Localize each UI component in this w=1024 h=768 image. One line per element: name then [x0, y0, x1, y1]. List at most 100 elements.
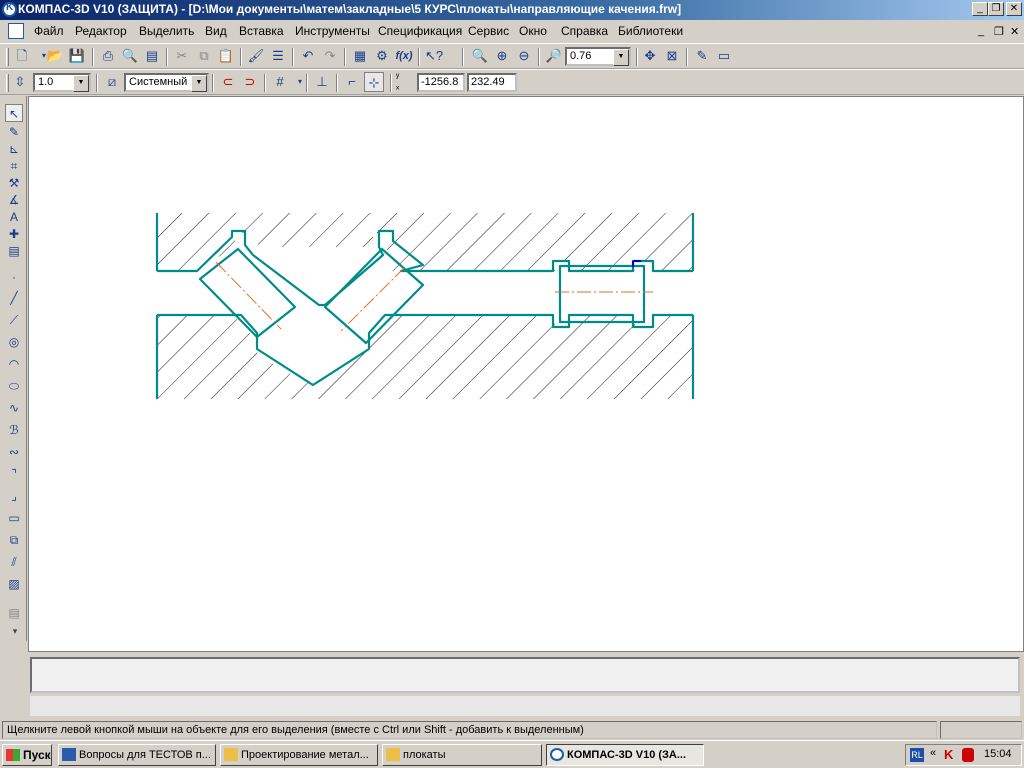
print-preview-icon[interactable]: 🔍	[120, 46, 140, 66]
help-pointer-icon[interactable]: ↖?	[424, 46, 444, 66]
segment-icon[interactable]: ⟋	[5, 311, 23, 329]
menu-select[interactable]: Выделить	[139, 24, 194, 38]
dimensions-icon[interactable]: ⊾	[5, 140, 23, 158]
rebuild-icon[interactable]: ✎	[692, 46, 712, 66]
nurbs-icon[interactable]: ℬ	[5, 421, 23, 439]
undo-icon[interactable]: ↶	[298, 46, 318, 66]
zoom-out-icon[interactable]: ⊖	[514, 46, 534, 66]
hatch-icon[interactable]: ▨	[5, 575, 23, 593]
cursor-coords-icon[interactable]: ⊹	[364, 72, 384, 92]
menu-view[interactable]: Вид	[205, 24, 227, 38]
select-tools-icon[interactable]: ✚	[5, 225, 23, 243]
cursor-step-icon[interactable]: ⇳	[10, 72, 30, 92]
show-all-icon[interactable]: ⊠	[662, 46, 682, 66]
save-icon[interactable]: 💾	[67, 46, 87, 66]
menu-editor[interactable]: Редактор	[75, 24, 127, 38]
menu-window[interactable]: Окно	[519, 24, 547, 38]
select-pointer-icon[interactable]: ↖	[5, 104, 23, 122]
taskbar-item-word[interactable]: Вопросы для ТЕСТОВ п...	[58, 744, 216, 766]
copy-icon[interactable]: ⧉	[194, 46, 214, 66]
new-document-icon[interactable]: 🗋	[12, 46, 32, 66]
start-button[interactable]: Пуск	[2, 744, 52, 766]
properties-icon[interactable]: ▤	[142, 46, 162, 66]
step-combo[interactable]: 1.0 ▼	[33, 73, 91, 92]
close-button[interactable]: ✕	[1006, 2, 1022, 16]
symbols-icon[interactable]: ⌗	[5, 157, 23, 175]
ortho-icon[interactable]: ⌐	[342, 72, 362, 92]
circle-icon[interactable]: ◎	[5, 333, 23, 351]
layer-combo[interactable]: Системный ▼	[124, 73, 209, 92]
toolbar-grip[interactable]	[6, 74, 9, 92]
menu-insert[interactable]: Вставка	[239, 24, 284, 38]
taskbar-item-kompas[interactable]: КОМПАС-3D V10 (ЗА...	[546, 744, 704, 766]
toolbar-grip[interactable]	[6, 48, 9, 66]
tray-expand-icon[interactable]: «	[930, 747, 936, 759]
chevron-down-icon[interactable]: ▼	[191, 75, 207, 92]
drawing-canvas[interactable]	[28, 96, 1024, 652]
rectangle-icon[interactable]: ▭	[5, 509, 23, 527]
coord-x-field[interactable]: -1256.8	[417, 73, 465, 92]
refresh-icon[interactable]: ▭	[714, 46, 734, 66]
polyline-icon[interactable]: ∾	[5, 443, 23, 461]
language-indicator[interactable]: RL	[910, 748, 924, 762]
point-icon[interactable]: ·	[5, 268, 23, 286]
local-cs-icon[interactable]: ⊥	[312, 72, 332, 92]
layer-icon[interactable]: ⧄	[102, 72, 122, 92]
redo-icon[interactable]: ↷	[320, 46, 340, 66]
arc-icon[interactable]: ◠	[5, 355, 23, 373]
menu-libraries[interactable]: Библиотеки	[618, 24, 683, 38]
menu-tools[interactable]: Инструменты	[295, 24, 370, 38]
kaspersky-icon[interactable]: K	[944, 747, 953, 762]
geometry-icon[interactable]: ✎	[5, 123, 23, 141]
drawing[interactable]	[29, 97, 1024, 653]
menu-file[interactable]: Файл	[34, 24, 64, 38]
collect-contour-icon[interactable]: ⧉	[5, 531, 23, 549]
zoom-combo[interactable]: 0.76 ▼	[565, 47, 631, 66]
fillet-icon[interactable]: ⌟	[5, 487, 23, 505]
antivirus-icon[interactable]	[962, 748, 974, 762]
zoom-icon[interactable]: 🔍	[470, 46, 490, 66]
auxiliary-line-icon[interactable]: ╱	[5, 289, 23, 307]
text-icon[interactable]: ▤	[5, 604, 23, 622]
restore-button[interactable]: ❐	[988, 2, 1004, 16]
chamfer-icon[interactable]: ⌝	[5, 465, 23, 483]
menu-service[interactable]: Сервис	[468, 24, 509, 38]
local-snap-icon[interactable]: ⊃	[240, 72, 260, 92]
menu-help[interactable]: Справка	[561, 24, 608, 38]
zoom-scale-icon[interactable]: 🔎	[544, 46, 564, 66]
variables-fx-icon[interactable]: f(x)	[394, 46, 414, 66]
mdi-close-icon[interactable]: ✕	[1010, 25, 1019, 38]
edit-icon[interactable]: ⚒	[5, 174, 23, 192]
open-folder-icon[interactable]: 📂	[45, 46, 65, 66]
library-icon[interactable]: ⚙	[372, 46, 392, 66]
document-icon[interactable]	[8, 23, 24, 39]
parametrize-icon[interactable]: ∡	[5, 191, 23, 209]
print-icon[interactable]: ⎙	[98, 46, 118, 66]
ellipse-icon[interactable]: ⬭	[5, 377, 23, 395]
xy-icon: ʸₓ	[396, 72, 400, 92]
cut-icon[interactable]: ✂	[172, 46, 192, 66]
scroll-down-icon[interactable]: ▾	[8, 626, 22, 636]
magnet-snap-icon[interactable]: ⊂	[218, 72, 238, 92]
paste-icon[interactable]: 📋	[216, 46, 236, 66]
spline-icon[interactable]: ∿	[5, 399, 23, 417]
measure-icon[interactable]: A	[5, 208, 23, 226]
grid-icon[interactable]: #	[270, 72, 290, 92]
chevron-down-icon[interactable]: ▼	[73, 75, 89, 92]
zoom-in-icon[interactable]: ⊕	[492, 46, 512, 66]
coord-y-field[interactable]: 232.49	[467, 73, 517, 92]
manager-icon[interactable]: ▦	[350, 46, 370, 66]
minimize-button[interactable]: _	[972, 2, 988, 16]
taskbar-item-folder-design[interactable]: Проектирование метал...	[220, 744, 378, 766]
equidistant-icon[interactable]: ⫽	[5, 553, 23, 571]
format-brush-icon[interactable]: 🖌	[246, 46, 266, 66]
list-icon[interactable]: ☰	[268, 46, 288, 66]
mdi-minimize-icon[interactable]: _	[978, 25, 984, 37]
taskbar-item-folder-posters[interactable]: плокаты	[382, 744, 542, 766]
mdi-restore-icon[interactable]: ❐	[994, 25, 1004, 38]
pan-icon[interactable]: ✥	[640, 46, 660, 66]
chevron-down-icon[interactable]: ▼	[613, 49, 629, 66]
close-icon: ✕	[1009, 3, 1019, 14]
menu-specification[interactable]: Спецификация	[378, 24, 462, 38]
spec-icon[interactable]: ▤	[5, 242, 23, 260]
